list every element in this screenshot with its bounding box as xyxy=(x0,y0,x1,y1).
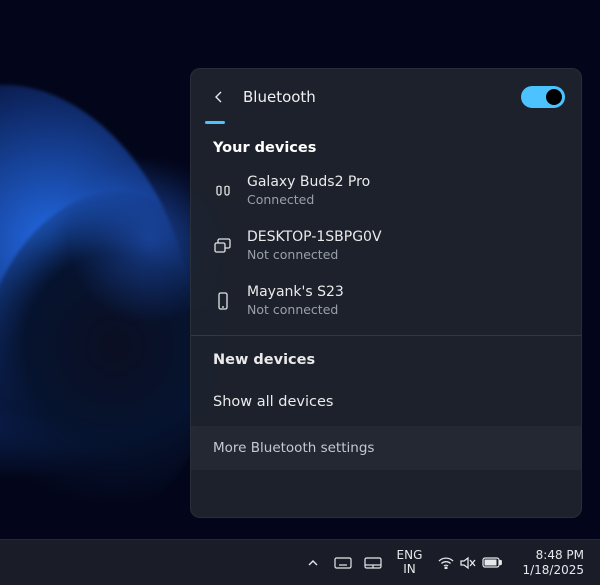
chevron-up-icon xyxy=(307,557,319,569)
arrow-left-icon xyxy=(211,89,227,105)
bluetooth-quick-panel: Bluetooth Your devices Galaxy Buds2 Pro … xyxy=(190,68,582,518)
toggle-knob xyxy=(546,89,562,105)
tray-clock[interactable]: 8:48 PM 1/18/2025 xyxy=(512,548,590,578)
device-name: Mayank's S23 xyxy=(247,284,344,300)
lang-primary: ENG xyxy=(397,549,423,562)
desktop-icon xyxy=(213,236,233,256)
clock-date: 1/18/2025 xyxy=(522,563,584,578)
back-button[interactable] xyxy=(205,83,233,111)
device-row[interactable]: Galaxy Buds2 Pro Connected xyxy=(191,164,581,219)
device-row[interactable]: Mayank's S23 Not connected xyxy=(191,274,581,329)
tray-keyboard-button[interactable] xyxy=(330,548,356,578)
tray-touchpad-button[interactable] xyxy=(360,548,386,578)
new-devices-heading: New devices xyxy=(191,336,581,378)
phone-icon xyxy=(213,291,233,311)
device-status: Not connected xyxy=(247,247,382,262)
lang-secondary: IN xyxy=(403,563,416,576)
show-all-devices-link[interactable]: Show all devices xyxy=(191,378,581,426)
device-text: Mayank's S23 Not connected xyxy=(247,284,344,317)
tray-overflow-button[interactable] xyxy=(300,548,326,578)
tray-language-button[interactable]: ENG IN xyxy=(390,549,428,575)
wifi-icon xyxy=(438,557,454,569)
device-row[interactable]: DESKTOP-1SBPG0V Not connected xyxy=(191,219,581,274)
device-name: DESKTOP-1SBPG0V xyxy=(247,229,382,245)
keyboard-icon xyxy=(334,557,352,569)
panel-header: Bluetooth xyxy=(191,69,581,117)
device-status: Not connected xyxy=(247,302,344,317)
clock-time: 8:48 PM xyxy=(536,548,584,563)
device-text: DESKTOP-1SBPG0V Not connected xyxy=(247,229,382,262)
device-text: Galaxy Buds2 Pro Connected xyxy=(247,174,370,207)
bluetooth-toggle[interactable] xyxy=(521,86,565,108)
taskbar: ENG IN 8:48 PM 1/18/2025 xyxy=(0,539,600,585)
tray-network-group[interactable] xyxy=(432,556,508,570)
touchpad-icon xyxy=(364,557,382,569)
your-devices-heading: Your devices xyxy=(191,124,581,164)
more-bluetooth-settings-link[interactable]: More Bluetooth settings xyxy=(191,426,581,470)
device-name: Galaxy Buds2 Pro xyxy=(247,174,370,190)
device-status: Connected xyxy=(247,192,370,207)
earbuds-icon xyxy=(213,181,233,201)
battery-icon xyxy=(482,557,502,568)
volume-mute-icon xyxy=(460,556,476,570)
panel-title: Bluetooth xyxy=(243,88,316,106)
